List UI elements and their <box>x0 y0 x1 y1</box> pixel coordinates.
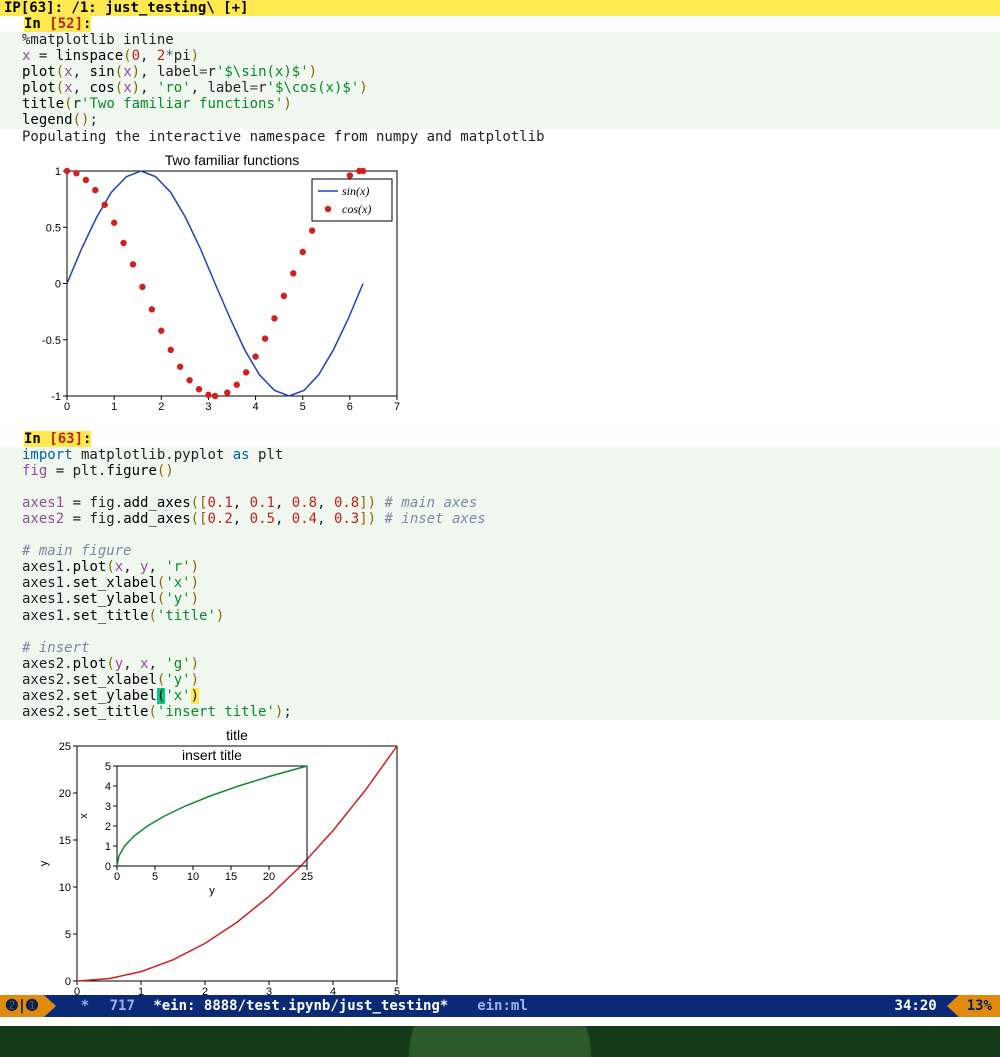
modeline-position: 34:20 <box>885 998 947 1014</box>
svg-text:25: 25 <box>301 871 313 883</box>
svg-text:sin(x): sin(x) <box>342 184 369 198</box>
svg-text:20: 20 <box>59 788 71 800</box>
svg-text:y: y <box>209 885 215 897</box>
modeline-mode: ein:ml <box>450 998 537 1014</box>
cursor-block: ) <box>191 688 199 704</box>
svg-text:insert title: insert title <box>182 747 242 763</box>
svg-text:5: 5 <box>65 929 71 941</box>
prompt-number: [63] <box>49 431 83 447</box>
modeline-line: 717 <box>102 998 148 1014</box>
window-titlebar: IP[63]: /1: just_testing\ [+] <box>0 0 1000 16</box>
cell-52: In [52]: %matplotlib inline x = linspace… <box>0 16 1000 431</box>
svg-text:25: 25 <box>59 741 71 753</box>
code-cell-63[interactable]: import matplotlib.pyplot as plt fig = pl… <box>0 447 1000 721</box>
svg-text:Two familiar functions: Two familiar functions <box>165 152 300 168</box>
svg-text:5: 5 <box>105 761 111 773</box>
in-prompt-52: In [52]: <box>22 16 93 32</box>
modeline-star: * <box>56 998 102 1014</box>
svg-text:0: 0 <box>65 976 71 988</box>
powerline-sep-icon <box>947 995 959 1017</box>
svg-text:x: x <box>78 813 90 819</box>
svg-text:cos(x): cos(x) <box>342 202 371 216</box>
svg-text:title: title <box>226 727 248 743</box>
modeline-badge: ➋|➊ <box>0 995 44 1017</box>
svg-text:y: y <box>38 860 50 866</box>
svg-text:1: 1 <box>105 841 111 853</box>
prompt-in-label: In <box>24 16 49 32</box>
svg-text:0.5: 0.5 <box>46 222 61 234</box>
chart-2-title-inset: 0123450510152025titlexy0510152025012345i… <box>0 720 1000 1022</box>
svg-text:4: 4 <box>105 781 111 793</box>
emacs-window: IP[63]: /1: just_testing\ [+] In [52]: %… <box>0 0 1000 1026</box>
svg-text:7: 7 <box>394 401 400 413</box>
chart-2-svg: 0123450510152025titlexy0510152025012345i… <box>22 726 422 1016</box>
svg-text:1: 1 <box>111 401 117 413</box>
cell-63: In [63]: import matplotlib.pyplot as plt… <box>0 431 1000 1027</box>
chart-1-two-familiar: 0 1 2 3 4 5 6 7 -1 -0.5 0 0.5 1 Two familiar function… <box>0 145 1000 427</box>
svg-text:10: 10 <box>59 882 71 894</box>
chart-1-svg: 0 1 2 3 4 5 6 7 -1 -0.5 0 0.5 1 Two familiar function… <box>22 151 412 421</box>
svg-text:20: 20 <box>263 871 275 883</box>
modeline-buffer-name: *ein: 8888/test.ipynb/just_testing* <box>147 998 450 1014</box>
powerline-sep-icon <box>44 995 56 1017</box>
svg-text:10: 10 <box>187 871 199 883</box>
output-text-52: Populating the interactive namespace fro… <box>0 129 1000 145</box>
svg-text:2: 2 <box>105 821 111 833</box>
svg-text:15: 15 <box>59 835 71 847</box>
svg-text:0: 0 <box>114 871 120 883</box>
prompt-number: [52] <box>49 16 83 32</box>
svg-text:6: 6 <box>347 401 353 413</box>
in-prompt-63: In [63]: <box>22 431 93 447</box>
modeline-percent: 13% <box>959 995 1000 1017</box>
prompt-colon: : <box>83 16 91 32</box>
svg-text:2: 2 <box>158 401 164 413</box>
svg-text:15: 15 <box>225 871 237 883</box>
prompt-colon: : <box>83 431 91 447</box>
svg-text:0: 0 <box>64 401 70 413</box>
svg-text:-0.5: -0.5 <box>42 334 61 346</box>
svg-text:3: 3 <box>105 801 111 813</box>
svg-text:1: 1 <box>55 166 61 178</box>
svg-text:5: 5 <box>300 401 306 413</box>
svg-text:-1: -1 <box>51 391 61 403</box>
prompt-in-label: In <box>24 431 49 447</box>
code-cell-52[interactable]: %matplotlib inline x = linspace(0, 2*pi)… <box>0 32 1000 129</box>
svg-text:0: 0 <box>105 861 111 873</box>
svg-text:3: 3 <box>205 401 211 413</box>
svg-text:5: 5 <box>152 871 158 883</box>
svg-text:0: 0 <box>55 278 61 290</box>
modeline: ➋|➊ * 717 *ein: 8888/test.ipynb/just_tes… <box>0 995 1000 1017</box>
svg-text:4: 4 <box>253 401 259 413</box>
